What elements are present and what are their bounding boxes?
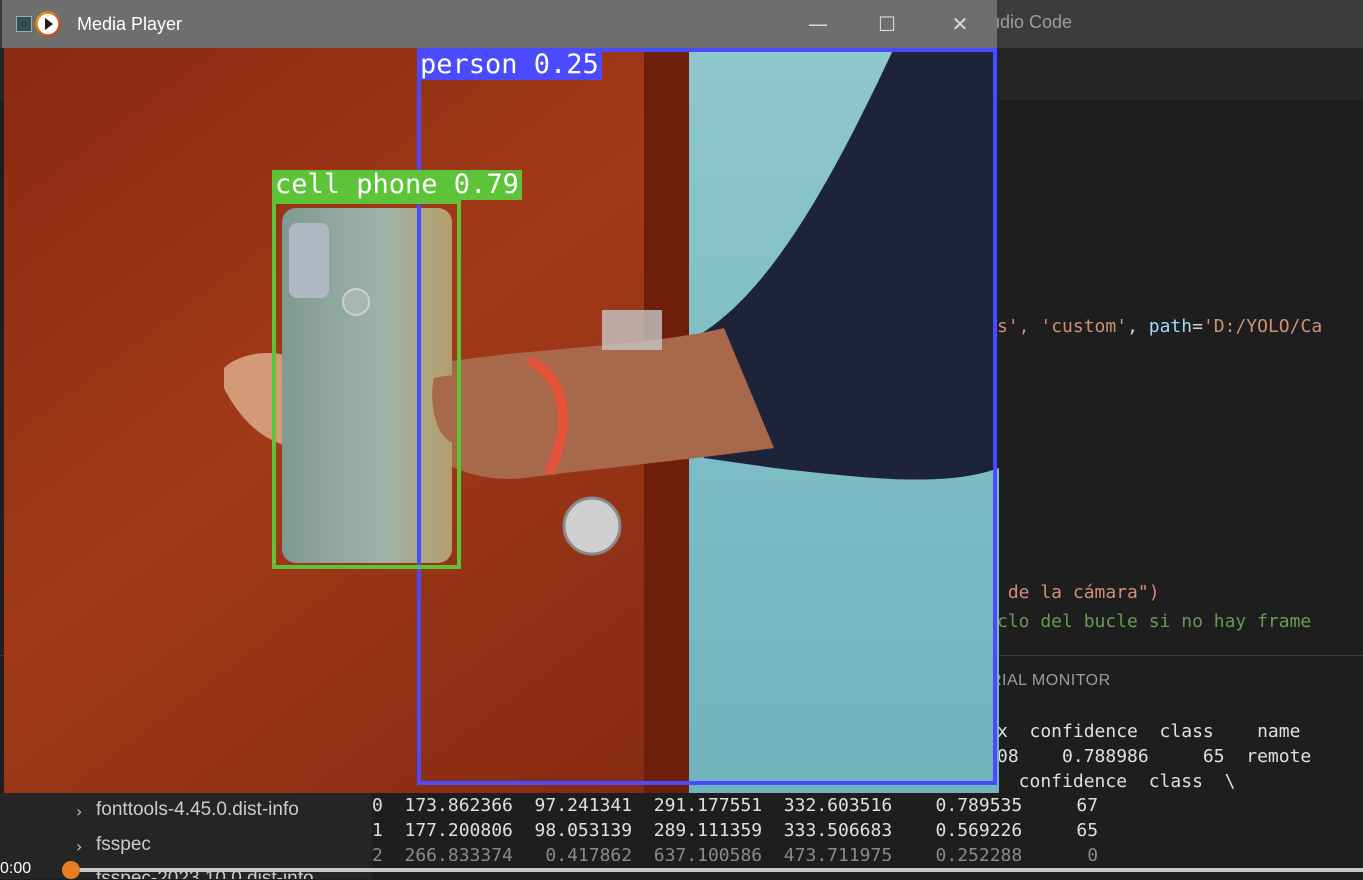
code-token: , bbox=[1127, 316, 1149, 337]
tree-item-fsspec[interactable]: fsspec bbox=[96, 834, 151, 856]
media-player-title: Media Player bbox=[77, 14, 183, 34]
code-line-3: clo del bucle si no hay frame bbox=[997, 611, 1311, 632]
bbox-person bbox=[417, 48, 997, 785]
terminal-header-2: confidence class \ bbox=[997, 771, 1236, 792]
code-token: clo del bucle si no hay frame bbox=[997, 611, 1312, 632]
code-line-1: s', 'custom', path='D:/YOLO/Ca bbox=[997, 316, 1322, 337]
video-frame[interactable]: person 0.25 cell phone 0.79 bbox=[4, 48, 999, 793]
code-token: 'custom' bbox=[1040, 316, 1128, 337]
code-token: s', bbox=[997, 316, 1041, 337]
vscode-icon-partial bbox=[16, 16, 32, 32]
code-token: path bbox=[1148, 316, 1193, 337]
playback-time: 0:00 bbox=[0, 860, 32, 877]
minimize-button[interactable]: — bbox=[795, 9, 841, 39]
vscode-title: udio Code bbox=[990, 12, 1073, 32]
media-player-window[interactable]: Media Player — ☐ ✕ person 0.25 cell phon… bbox=[2, 0, 999, 793]
code-line-2: de la cámara") bbox=[997, 582, 1160, 603]
close-button[interactable]: ✕ bbox=[937, 9, 983, 39]
seek-thumb[interactable] bbox=[62, 861, 80, 879]
bbox-label-cell-phone: cell phone 0.79 bbox=[272, 170, 522, 200]
maximize-button[interactable]: ☐ bbox=[864, 9, 910, 39]
terminal-row-a: 08 0.788986 65 remote bbox=[997, 746, 1312, 767]
media-player-titlebar[interactable]: Media Player — ☐ ✕ bbox=[2, 0, 997, 48]
bbox-cell-phone bbox=[272, 200, 461, 569]
code-token: de la cámara") bbox=[997, 582, 1160, 603]
media-player-logo-icon bbox=[35, 11, 61, 37]
chevron-right-icon[interactable]: › bbox=[76, 802, 82, 821]
terminal-header-1: x confidence class name bbox=[997, 721, 1301, 742]
code-token: = bbox=[1192, 316, 1203, 337]
seek-track[interactable] bbox=[62, 868, 1363, 872]
chevron-right-icon[interactable]: › bbox=[76, 837, 82, 856]
code-token: 'D:/YOLO/Ca bbox=[1202, 316, 1323, 337]
terminal-row-0: 0 173.862366 97.241341 291.177551 332.60… bbox=[372, 795, 1099, 816]
panel-tab-serial-monitor[interactable]: RIAL MONITOR bbox=[990, 672, 1111, 690]
bbox-label-person: person 0.25 bbox=[417, 50, 602, 80]
tree-item-fonttools[interactable]: fonttools-4.45.0.dist-info bbox=[96, 799, 299, 821]
terminal-row-1: 1 177.200806 98.053139 289.111359 333.50… bbox=[372, 820, 1099, 841]
